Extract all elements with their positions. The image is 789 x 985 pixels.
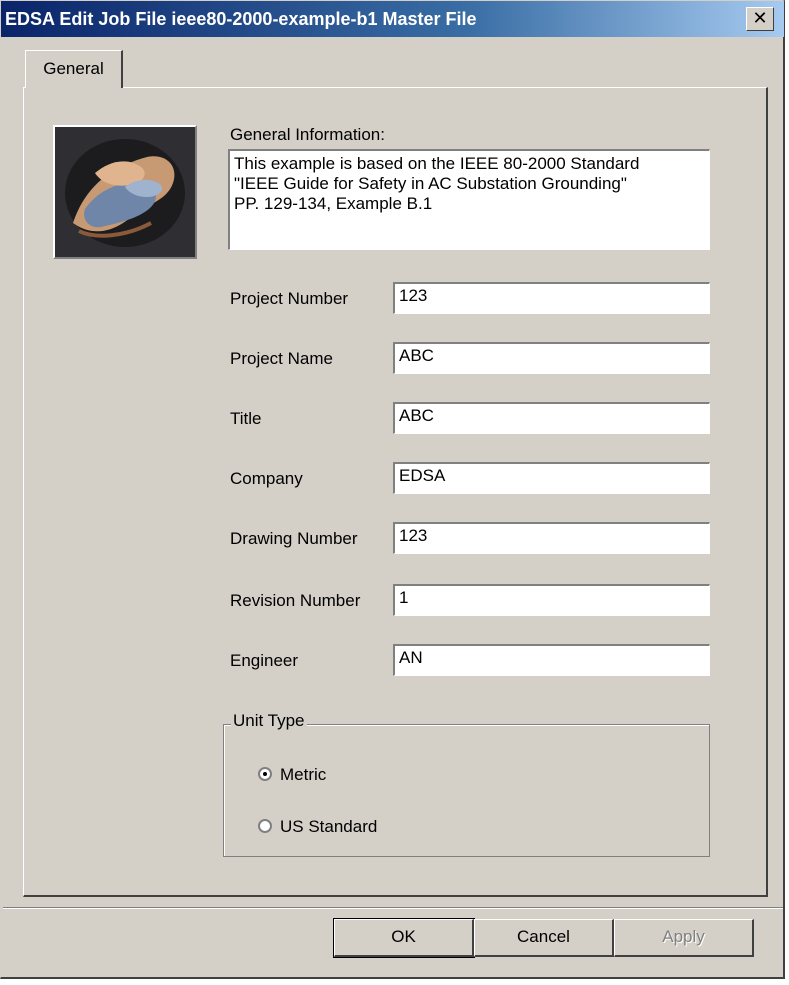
job-picture-image bbox=[53, 125, 197, 259]
project-number-field[interactable]: 123 bbox=[393, 282, 710, 314]
project-name-field[interactable]: ABC bbox=[393, 342, 710, 374]
us-standard-radio-label[interactable]: US Standard bbox=[280, 817, 377, 837]
revision-number-label: Revision Number bbox=[230, 591, 361, 610]
title-label: Title bbox=[230, 409, 262, 428]
engineer-field[interactable]: AN bbox=[393, 644, 710, 676]
company-field[interactable]: EDSA bbox=[393, 462, 710, 494]
title-field[interactable]: ABC bbox=[393, 402, 710, 434]
edit-job-file-dialog: EDSA Edit Job File ieee80-2000-example-b… bbox=[0, 0, 785, 979]
title-bar[interactable]: EDSA Edit Job File ieee80-2000-example-b… bbox=[1, 1, 784, 37]
metric-radio[interactable] bbox=[258, 767, 272, 781]
window-title: EDSA Edit Job File ieee80-2000-example-b… bbox=[5, 9, 477, 29]
company-label: Company bbox=[230, 469, 303, 488]
revision-number-field[interactable]: 1 bbox=[393, 584, 710, 616]
project-name-label: Project Name bbox=[230, 349, 333, 368]
drawing-number-field[interactable]: 123 bbox=[393, 522, 710, 554]
ok-button[interactable]: OK bbox=[333, 918, 475, 958]
general-info-textarea[interactable]: This example is based on the IEEE 80-200… bbox=[228, 149, 710, 250]
drawing-number-label: Drawing Number bbox=[230, 529, 358, 548]
apply-button[interactable]: Apply bbox=[614, 919, 754, 957]
hands-image-icon bbox=[55, 127, 195, 257]
close-icon[interactable]: ✕ bbox=[746, 7, 774, 31]
unit-type-group bbox=[223, 724, 710, 857]
radio-selected-dot bbox=[263, 772, 267, 776]
us-standard-radio[interactable] bbox=[258, 819, 272, 833]
engineer-label: Engineer bbox=[230, 651, 299, 670]
metric-radio-label[interactable]: Metric bbox=[280, 765, 326, 785]
unit-type-label: Unit Type bbox=[231, 711, 307, 731]
general-info-label: General Information: bbox=[230, 125, 385, 144]
tab-general[interactable]: General bbox=[25, 50, 123, 88]
button-separator bbox=[3, 907, 783, 909]
cancel-button[interactable]: Cancel bbox=[474, 919, 614, 957]
project-number-label: Project Number bbox=[230, 289, 349, 308]
